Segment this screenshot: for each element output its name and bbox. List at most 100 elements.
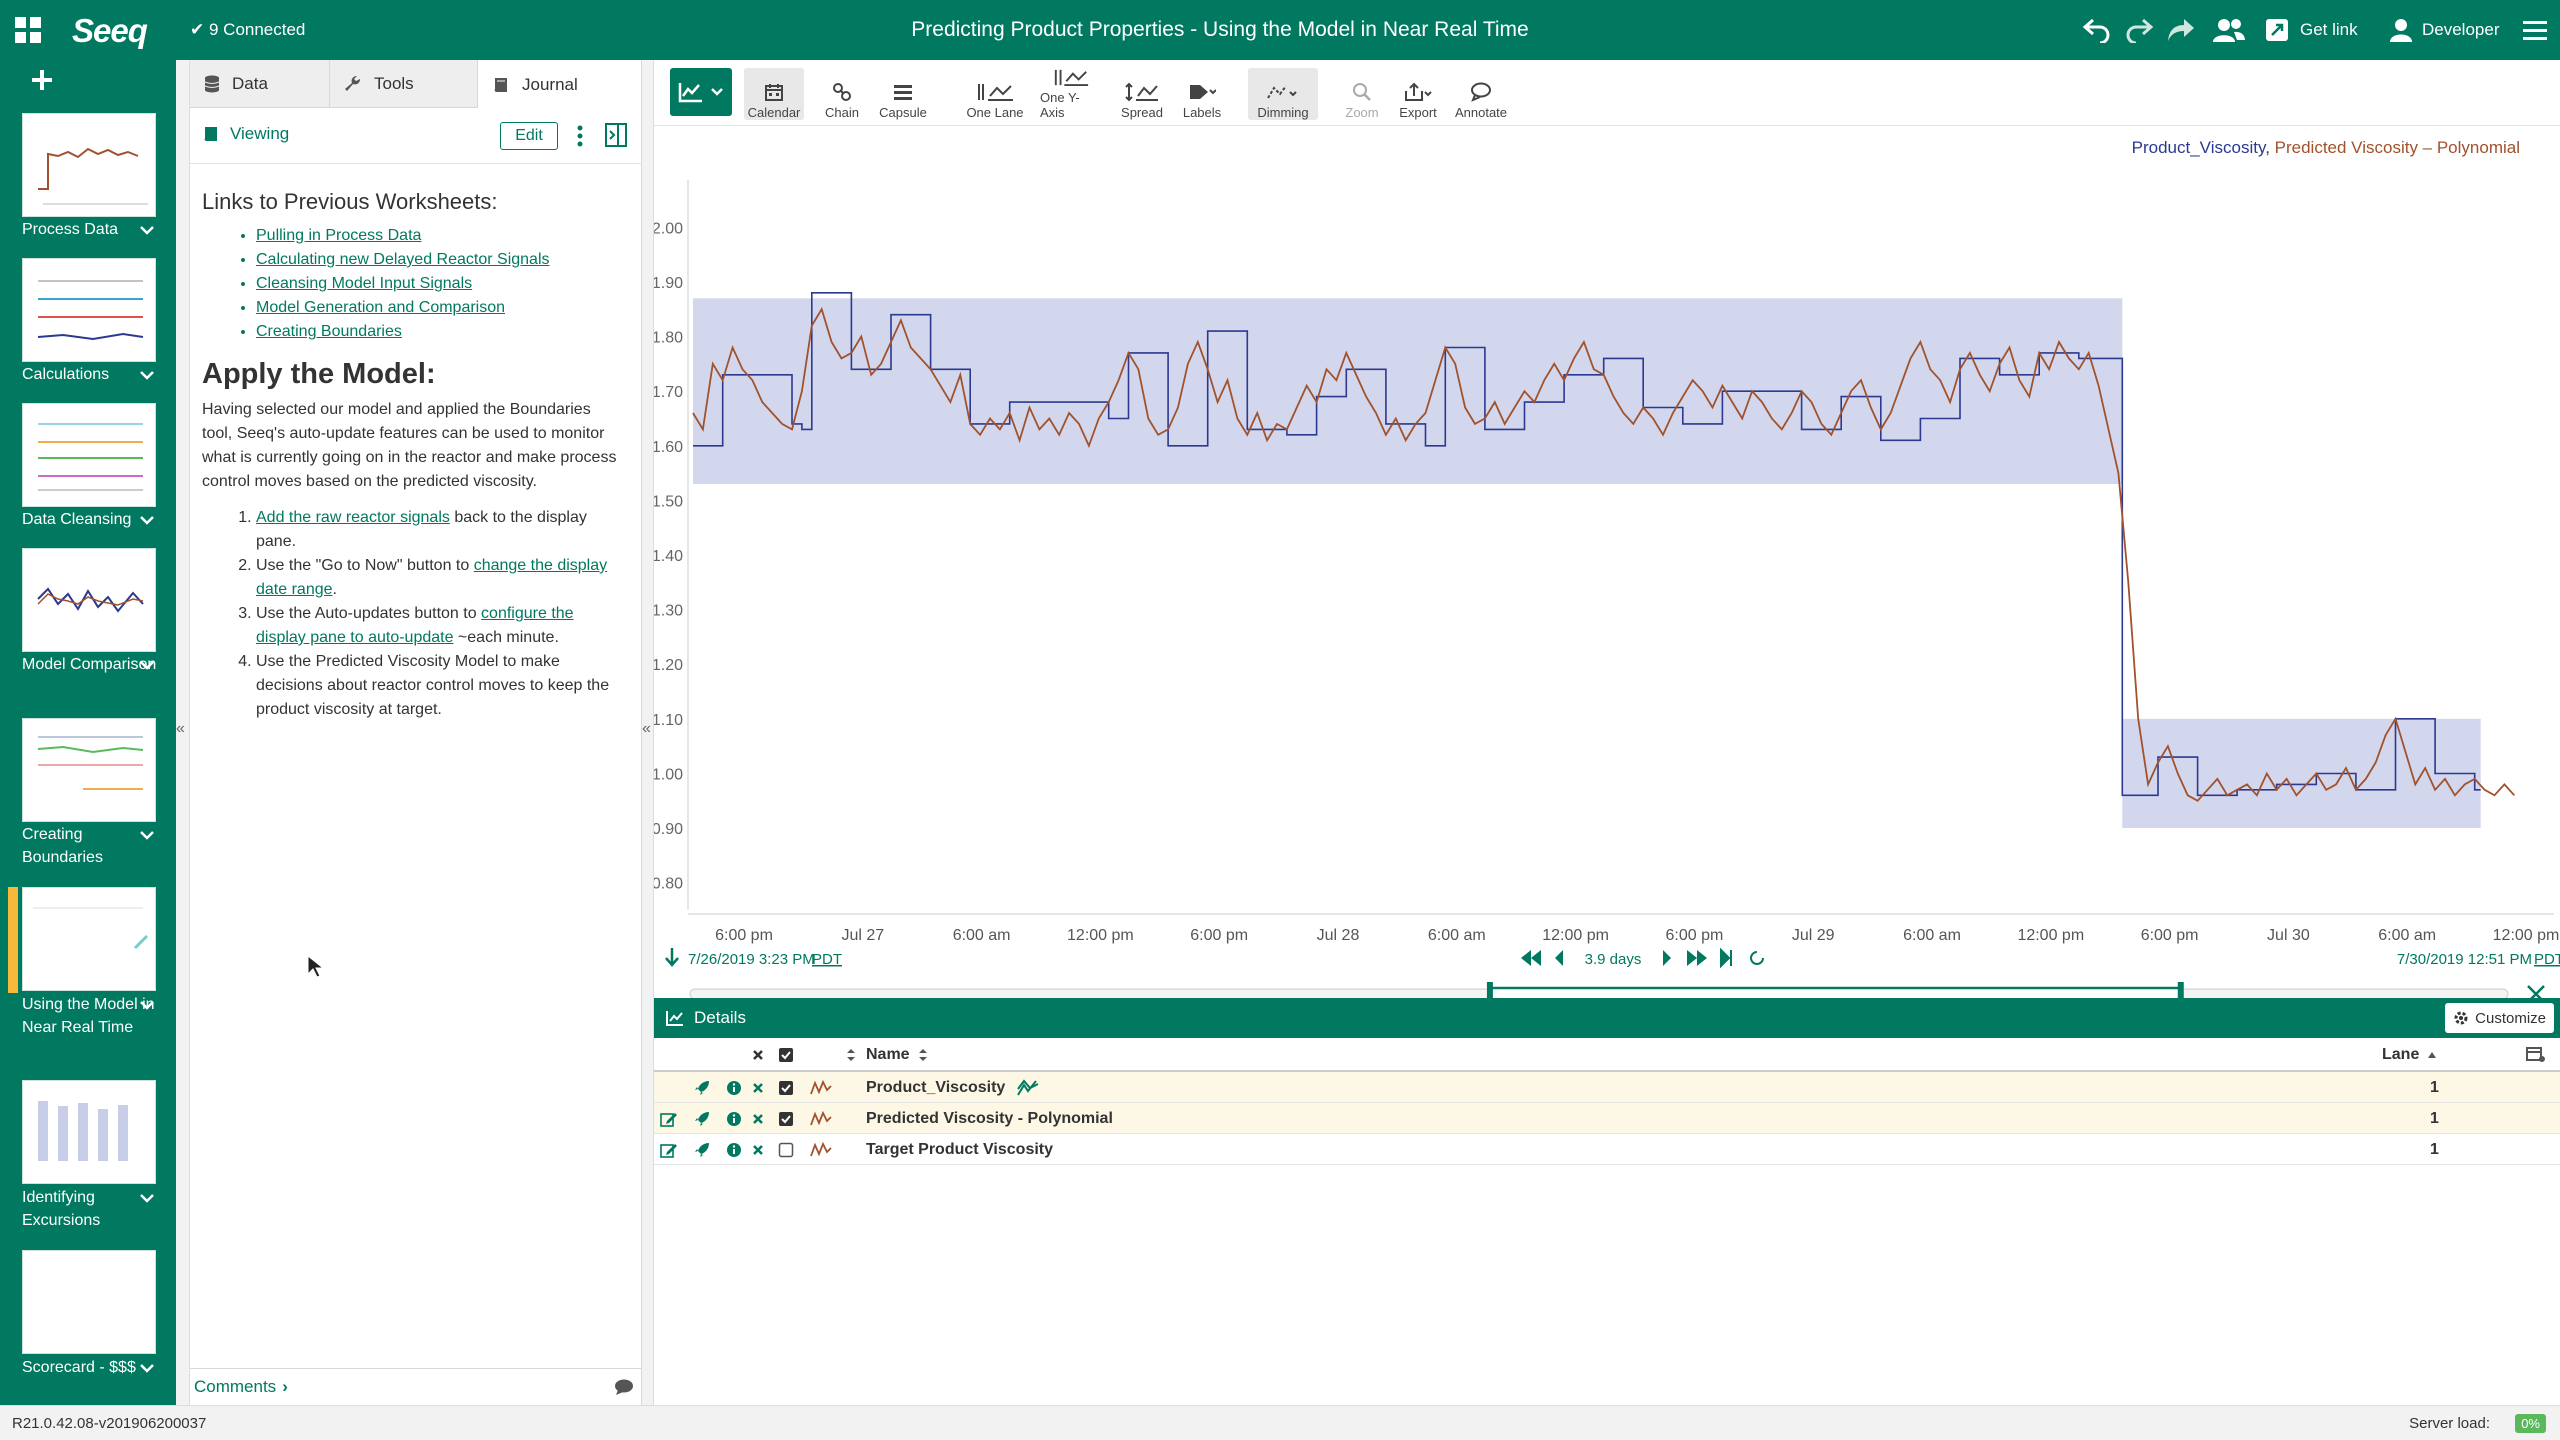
share-icon[interactable]	[2166, 12, 2196, 48]
info-icon[interactable]	[726, 1134, 742, 1165]
visibility-checkbox[interactable]	[778, 1134, 794, 1165]
table-row[interactable]: Predicted Viscosity - Polynomial 1	[654, 1103, 2560, 1134]
x-tick-label: 6:00 pm	[715, 927, 773, 944]
add-worksheet-icon[interactable]	[30, 68, 54, 92]
table-row[interactable]: Product_Viscosity 1	[654, 1072, 2560, 1103]
calendar-button[interactable]: Calendar	[744, 68, 804, 120]
rocket-icon[interactable]	[694, 1072, 710, 1103]
worksheet-thumbnail-identifying-excursions[interactable]	[22, 1080, 156, 1184]
x-tick-label: 6:00 am	[1903, 927, 1961, 944]
view-selector-button[interactable]	[670, 68, 732, 116]
capsule-button[interactable]: Capsule	[878, 68, 928, 120]
chain-button[interactable]: Chain	[822, 68, 862, 120]
lane-column-header[interactable]: Lane	[2382, 1038, 2437, 1072]
edit-icon[interactable]	[660, 1103, 678, 1134]
expand-panel-icon[interactable]	[604, 122, 628, 153]
one-y-axis-button[interactable]: One Y-Axis	[1040, 68, 1102, 120]
remove-icon[interactable]	[752, 1134, 764, 1165]
worksheet-thumbnail-using-the-model[interactable]	[22, 887, 156, 991]
tab-tools[interactable]: Tools	[330, 60, 478, 108]
info-icon[interactable]	[726, 1072, 742, 1103]
rocket-icon[interactable]	[694, 1134, 710, 1165]
remove-icon[interactable]	[752, 1072, 764, 1103]
chevron-down-icon[interactable]	[139, 827, 155, 843]
worksheet-thumbnail-data-cleansing[interactable]	[22, 403, 156, 507]
user-menu[interactable]: Developer	[2390, 12, 2500, 48]
details-header: Details Customize	[654, 998, 2560, 1038]
edit-button[interactable]: Edit	[500, 122, 558, 150]
edit-icon[interactable]	[660, 1134, 678, 1165]
collapse-left-icon[interactable]: «	[642, 720, 651, 738]
comments-bar[interactable]: Comments ›	[190, 1368, 642, 1405]
name-header-label: Name	[866, 1046, 910, 1063]
journal-link[interactable]: Calculating new Delayed Reactor Signals	[256, 248, 622, 272]
get-link-button[interactable]: Get link	[2264, 12, 2358, 48]
seeq-logo[interactable]: Seeq	[72, 12, 148, 50]
journal-link[interactable]: Pulling in Process Data	[256, 224, 622, 248]
worksheet-thumbnail-calculations[interactable]	[22, 258, 156, 362]
tab-label: Journal	[522, 74, 578, 94]
chevron-down-icon[interactable]	[139, 512, 155, 528]
user-name: Developer	[2422, 20, 2500, 39]
x-tick-label: 6:00 am	[2378, 927, 2436, 944]
trend-icon	[678, 83, 702, 103]
column-settings-icon[interactable]	[2526, 1038, 2546, 1072]
step-link[interactable]: Add the raw reactor signals	[256, 509, 450, 526]
page-title: Predicting Product Properties - Using th…	[911, 18, 1529, 41]
gear-icon	[2454, 1011, 2468, 1025]
chevron-down-icon	[711, 88, 723, 96]
side-panel-collapse-handle[interactable]: «	[642, 60, 654, 1405]
chevron-down-icon[interactable]	[139, 1360, 155, 1376]
one-lane-button[interactable]: One Lane	[966, 68, 1024, 120]
journal-link[interactable]: Cleansing Model Input Signals	[256, 272, 622, 296]
collapse-left-icon[interactable]: «	[176, 720, 185, 738]
undo-icon[interactable]	[2082, 12, 2112, 48]
worksheet-thumbnail-process-data[interactable]	[22, 113, 156, 217]
model-icon[interactable]	[1016, 1072, 1040, 1103]
journal-link[interactable]: Creating Boundaries	[256, 320, 622, 344]
remove-icon[interactable]	[752, 1103, 764, 1134]
worksheet-thumbnail-scorecard[interactable]	[22, 1250, 156, 1354]
info-icon[interactable]	[726, 1103, 742, 1134]
chevron-down-icon[interactable]	[139, 657, 155, 673]
chevron-down-icon[interactable]	[139, 997, 155, 1013]
hamburger-menu-icon[interactable]	[2522, 12, 2548, 48]
customize-button[interactable]: Customize	[2445, 1003, 2554, 1033]
annotate-button[interactable]: Annotate	[1454, 68, 1508, 120]
select-all-checkbox[interactable]	[778, 1038, 794, 1072]
trend-chart[interactable]: 2.00 1.90 1.80 1.70 1.60 1.50 1.40 1.30 1.20 1.10…	[654, 126, 2560, 998]
chevron-down-icon[interactable]	[139, 1190, 155, 1206]
visibility-checkbox[interactable]	[778, 1072, 794, 1103]
spread-button[interactable]: Spread	[1120, 68, 1164, 120]
chevron-down-icon[interactable]	[139, 367, 155, 383]
range-end-timezone: PDT	[2534, 951, 2560, 968]
name-column-header[interactable]: Name	[866, 1038, 928, 1072]
redo-icon[interactable]	[2124, 12, 2154, 48]
visibility-checkbox[interactable]	[778, 1103, 794, 1134]
version-label: R21.0.42.08-v201906200037	[12, 1415, 207, 1432]
table-row[interactable]: Target Product Viscosity 1	[654, 1134, 2560, 1165]
tab-journal[interactable]: Journal	[478, 60, 642, 109]
comment-icon[interactable]	[614, 1378, 634, 1396]
connection-status[interactable]: ✔ 9 Connected	[190, 20, 305, 40]
journal-link[interactable]: Model Generation and Comparison	[256, 296, 622, 320]
active-worksheet-marker	[8, 887, 18, 993]
tab-data[interactable]: Data	[190, 60, 330, 108]
overview-navigator[interactable]: Jul 23Jul 24Jul 25Jul 26Jul 27Jul 28Jul …	[689, 982, 2545, 998]
chevron-down-icon[interactable]	[139, 222, 155, 238]
zoom-button[interactable]: Zoom	[1342, 68, 1382, 120]
apps-grid-icon[interactable]	[12, 14, 44, 46]
signal-name: Product_Viscosity	[866, 1078, 1006, 1096]
labels-button[interactable]: Labels	[1180, 68, 1224, 120]
remove-all-icon[interactable]	[752, 1038, 764, 1072]
users-icon[interactable]	[2212, 12, 2246, 48]
dimming-button[interactable]: Dimming	[1248, 68, 1318, 120]
worksheet-thumbnail-model-comparison[interactable]	[22, 548, 156, 652]
export-button[interactable]: Export	[1396, 68, 1440, 120]
more-options-icon[interactable]	[576, 122, 586, 150]
rocket-icon[interactable]	[694, 1103, 710, 1134]
worksheet-thumbnail-creating-boundaries[interactable]	[22, 718, 156, 822]
viewing-mode: Viewing	[202, 124, 289, 144]
sort-icon[interactable]	[846, 1038, 856, 1072]
rail-collapse-handle[interactable]: «	[176, 60, 190, 1405]
